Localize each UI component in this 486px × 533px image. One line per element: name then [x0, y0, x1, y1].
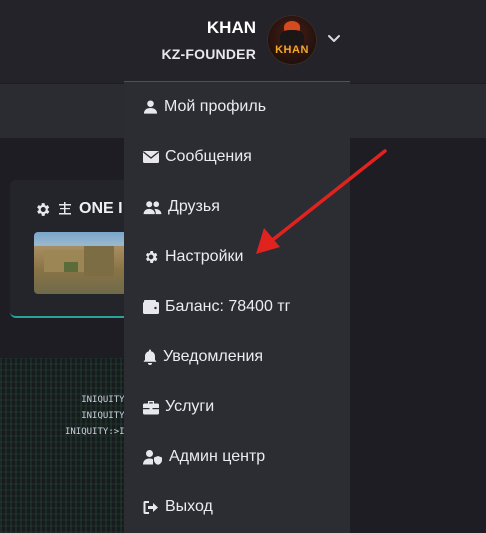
menu-item-label: Админ центр — [169, 448, 266, 465]
iniquity-banner: INIQUITY: INIQUITY: INIQUITY:>IN — [0, 358, 140, 533]
briefcase-icon — [143, 400, 159, 414]
menu-item-label: Уведомления — [163, 348, 264, 365]
server-card-title: ONE I — [79, 200, 123, 217]
user-name: KHAN — [206, 18, 256, 37]
menu-item-settings[interactable]: Настройки — [124, 234, 350, 280]
menu-item-notifications[interactable]: Уведомления — [124, 334, 350, 380]
envelope-icon — [143, 151, 159, 163]
sign-out-icon — [143, 500, 158, 514]
menu-item-label: Баланс: 78400 тг — [165, 298, 291, 315]
menu-item-profile[interactable]: Мой профиль — [124, 84, 350, 130]
menu-item-messages[interactable]: Сообщения — [124, 134, 350, 180]
bell-icon — [143, 349, 157, 365]
avatar-text: KHAN — [275, 44, 309, 56]
chevron-down-icon[interactable] — [326, 30, 342, 46]
user-icon — [143, 100, 158, 114]
gear-icon — [37, 202, 50, 216]
user-menu-toggle[interactable]: KHAN KZ-FOUNDER KHAN — [124, 0, 348, 82]
menu-item-admin-center[interactable]: Админ центр — [124, 434, 350, 480]
user-shield-icon — [143, 450, 162, 465]
menu-item-label: Мой профиль — [164, 98, 267, 115]
menu-item-label: Сообщения — [165, 148, 252, 165]
gear-icon — [145, 251, 158, 263]
map-thumbnail[interactable] — [34, 232, 134, 294]
banner-line: INIQUITY: — [81, 411, 130, 421]
server-card-header: ONE I — [34, 200, 123, 218]
users-icon — [143, 200, 162, 214]
server-icon — [59, 202, 71, 215]
user-role: KZ-FOUNDER — [161, 46, 256, 62]
menu-item-balance[interactable]: Баланс: 78400 тг — [124, 284, 350, 330]
menu-item-logout[interactable]: Выход — [124, 484, 350, 530]
menu-item-services[interactable]: Услуги — [124, 384, 350, 430]
menu-item-label: Друзья — [168, 198, 220, 215]
avatar[interactable]: KHAN — [268, 16, 316, 64]
banner-line: INIQUITY: — [81, 395, 130, 405]
menu-item-label: Выход — [165, 498, 213, 515]
user-dropdown-menu: Мой профиль Сообщения Друзья Настройки Б… — [124, 82, 350, 533]
menu-item-label: Настройки — [165, 248, 244, 265]
menu-item-friends[interactable]: Друзья — [124, 184, 350, 230]
menu-item-label: Услуги — [165, 398, 215, 415]
wallet-icon — [143, 300, 159, 314]
banner-line: INIQUITY:>IN — [64, 427, 130, 437]
